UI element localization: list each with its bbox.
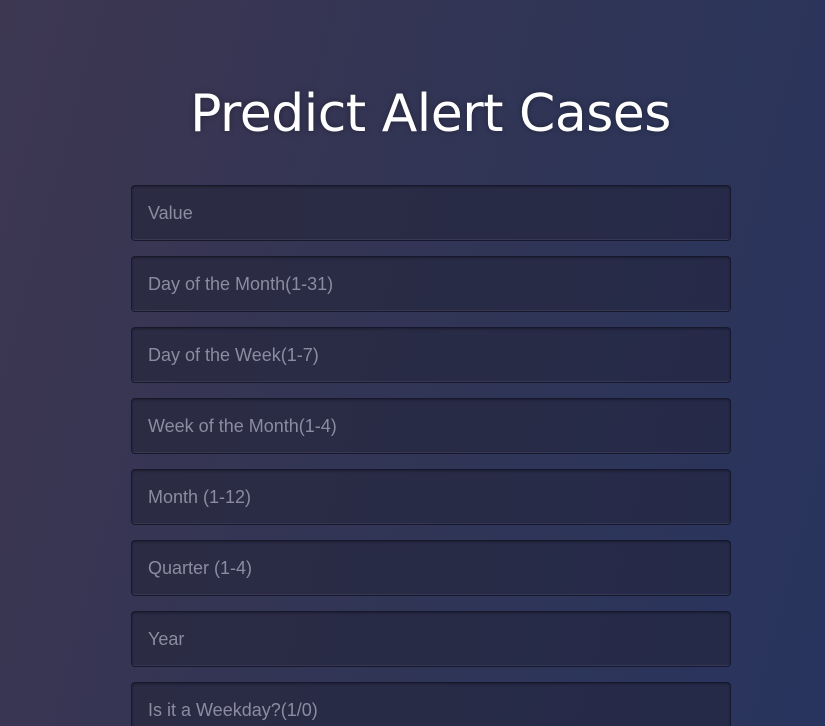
month-input[interactable] bbox=[131, 469, 731, 525]
day-of-month-input[interactable] bbox=[131, 256, 731, 312]
day-of-week-input[interactable] bbox=[131, 327, 731, 383]
year-input[interactable] bbox=[131, 611, 731, 667]
quarter-input[interactable] bbox=[131, 540, 731, 596]
predict-form bbox=[131, 185, 731, 726]
value-input[interactable] bbox=[131, 185, 731, 241]
week-of-month-input[interactable] bbox=[131, 398, 731, 454]
page: Predict Alert Cases bbox=[0, 0, 825, 726]
weekday-input[interactable] bbox=[131, 682, 731, 726]
page-title: Predict Alert Cases bbox=[190, 84, 671, 144]
